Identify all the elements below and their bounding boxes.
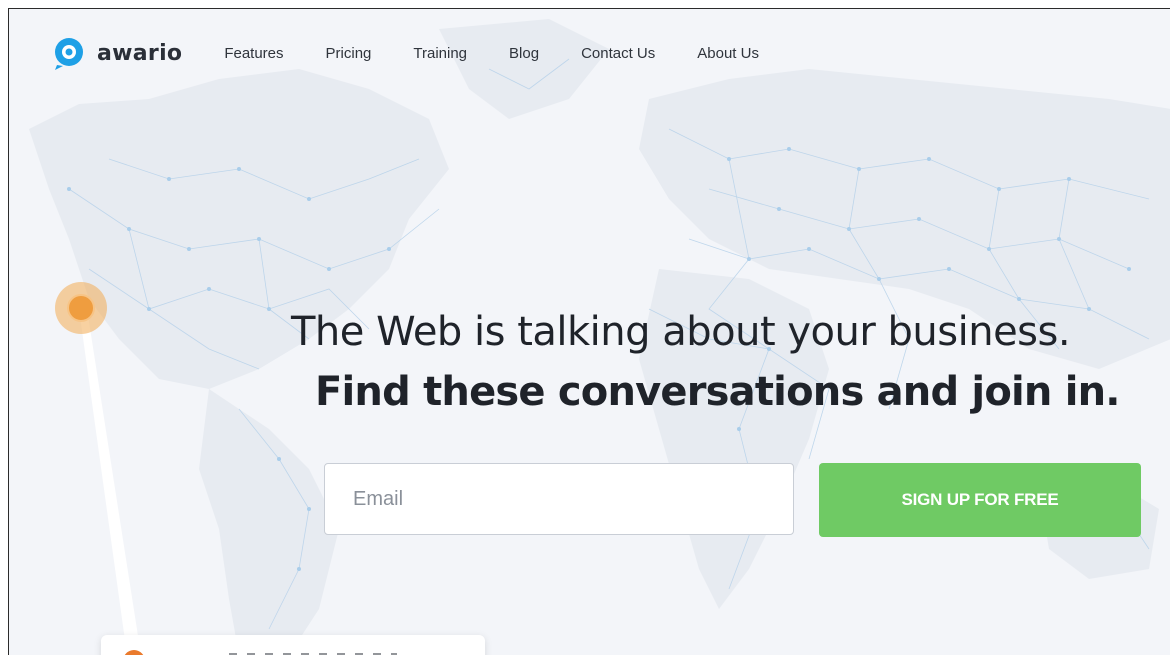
sign-up-button[interactable]: SIGN UP FOR FREE [819,463,1141,537]
landing-page: awario Features Pricing Training Blog Co… [8,8,1170,655]
nav-blog[interactable]: Blog [509,45,539,62]
hero-subheadline: Find these conversations and join in. [315,369,1121,415]
email-input[interactable] [324,463,794,535]
awario-logo-icon [55,38,83,70]
nav-contact-us[interactable]: Contact Us [581,45,655,62]
nav-training[interactable]: Training [413,45,467,62]
nav-features[interactable]: Features [224,45,283,62]
location-pin[interactable] [67,294,95,322]
mention-source-icon [123,650,145,655]
brand-logo[interactable]: awario [51,35,182,71]
top-navigation: awario Features Pricing Training Blog Co… [51,31,801,75]
pin-connector-line [79,309,141,655]
nav-about-us[interactable]: About Us [697,45,759,62]
mention-preview-card[interactable] [101,635,485,655]
brand-name: awario [97,40,183,66]
nav-pricing[interactable]: Pricing [326,45,372,62]
hero-headline: The Web is talking about your business. [291,309,1071,355]
